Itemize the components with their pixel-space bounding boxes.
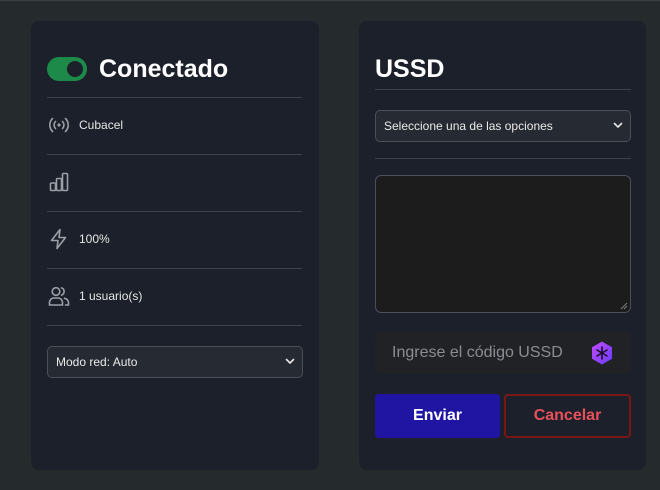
connection-status-text: Conectado	[99, 54, 229, 83]
extension-hexagon-icon[interactable]	[589, 340, 615, 366]
ussd-options-select[interactable]: Seleccione una de las opciones	[375, 110, 631, 142]
cancel-button[interactable]: Cancelar	[504, 394, 631, 438]
users-icon	[47, 284, 71, 308]
network-mode-value: Modo red: Auto	[56, 355, 138, 369]
top-border	[0, 0, 660, 1]
broadcast-antenna-icon	[47, 113, 71, 137]
send-button[interactable]: Enviar	[375, 394, 500, 438]
chevron-down-icon	[285, 358, 295, 364]
connection-status-row: Conectado	[47, 54, 228, 84]
chevron-down-icon	[613, 122, 623, 128]
operator-row: Cubacel	[47, 113, 123, 137]
users-row: 1 usuario(s)	[47, 284, 142, 308]
divider	[47, 211, 302, 212]
lightning-icon	[47, 227, 71, 251]
divider	[375, 89, 631, 90]
ussd-response-textarea[interactable]	[375, 175, 631, 313]
signal-row	[47, 170, 79, 194]
connection-panel: Conectado Cubacel 100% 1 usuario(s) Modo…	[31, 21, 319, 470]
ussd-code-input[interactable]	[375, 343, 594, 363]
ussd-title: USSD	[375, 55, 445, 83]
divider	[375, 158, 631, 159]
ussd-options-value: Seleccione una de las opciones	[384, 119, 553, 133]
divider	[47, 325, 302, 326]
ussd-panel: USSD Seleccione una de las opciones Envi…	[359, 21, 646, 470]
ussd-code-field	[375, 332, 631, 374]
divider	[47, 268, 302, 269]
network-mode-select[interactable]: Modo red: Auto	[47, 346, 303, 378]
divider	[47, 154, 302, 155]
signal-bars-icon	[47, 170, 71, 194]
users-count: 1 usuario(s)	[79, 289, 143, 303]
resize-grip-icon[interactable]	[620, 302, 628, 310]
divider	[47, 97, 302, 98]
battery-level: 100%	[79, 232, 110, 246]
operator-name: Cubacel	[79, 118, 124, 132]
connection-toggle[interactable]	[47, 57, 87, 81]
toggle-knob	[67, 61, 83, 77]
battery-row: 100%	[47, 227, 110, 251]
